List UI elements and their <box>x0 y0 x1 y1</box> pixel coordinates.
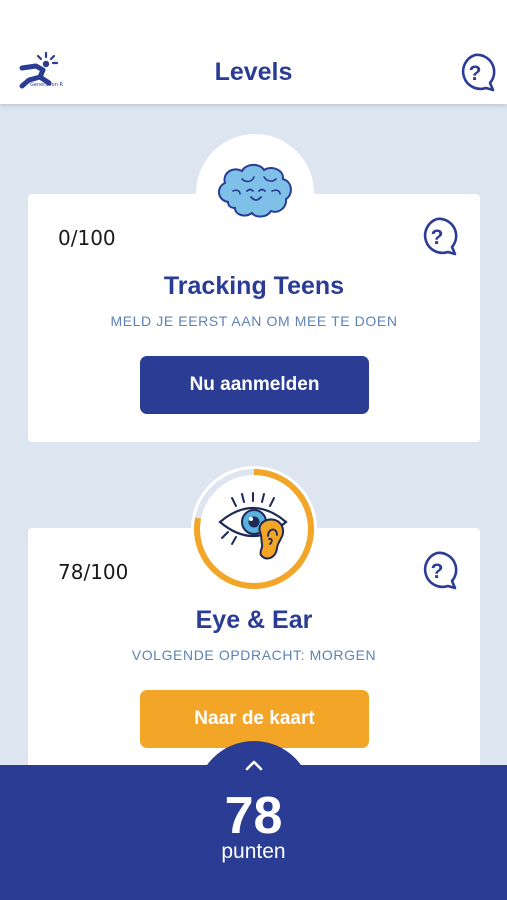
help-question-bubble-icon: ? <box>423 551 458 590</box>
help-button[interactable]: ? <box>454 52 496 94</box>
svg-text:?: ? <box>431 560 444 583</box>
help-question-bubble-icon: ? <box>423 217 458 256</box>
app-header: Generation R Levels ? <box>0 0 507 104</box>
level-title: Tracking Teens <box>163 272 345 300</box>
go-to-map-button[interactable]: Naar de kaart <box>140 690 369 748</box>
level-card-tracking-teens: 0/100 ? Tracking Teens MELD JE EERST AAN… <box>28 194 480 442</box>
level-subtitle: VOLGENDE OPDRACHT: MORGEN <box>131 647 377 663</box>
level-help-button[interactable]: ? <box>416 550 458 592</box>
svg-text:?: ? <box>469 62 482 85</box>
level-help-button[interactable]: ? <box>416 216 458 258</box>
points-label: punten <box>221 840 286 863</box>
signup-button[interactable]: Nu aanmelden <box>140 356 369 414</box>
svg-text:?: ? <box>431 226 444 249</box>
eye-ear-icon <box>218 492 288 560</box>
help-question-bubble-icon: ? <box>461 53 496 92</box>
level-subtitle: MELD JE EERST AAN OM MEE TE DOEN <box>110 313 398 329</box>
level-title: Eye & Ear <box>195 606 313 634</box>
chevron-up-icon[interactable] <box>244 758 264 772</box>
points-value: 78 <box>224 787 283 845</box>
page-title: Levels <box>214 58 293 86</box>
level-score: 0/100 <box>58 226 116 250</box>
level-score: 78/100 <box>58 560 129 584</box>
brain-icon <box>218 163 292 218</box>
